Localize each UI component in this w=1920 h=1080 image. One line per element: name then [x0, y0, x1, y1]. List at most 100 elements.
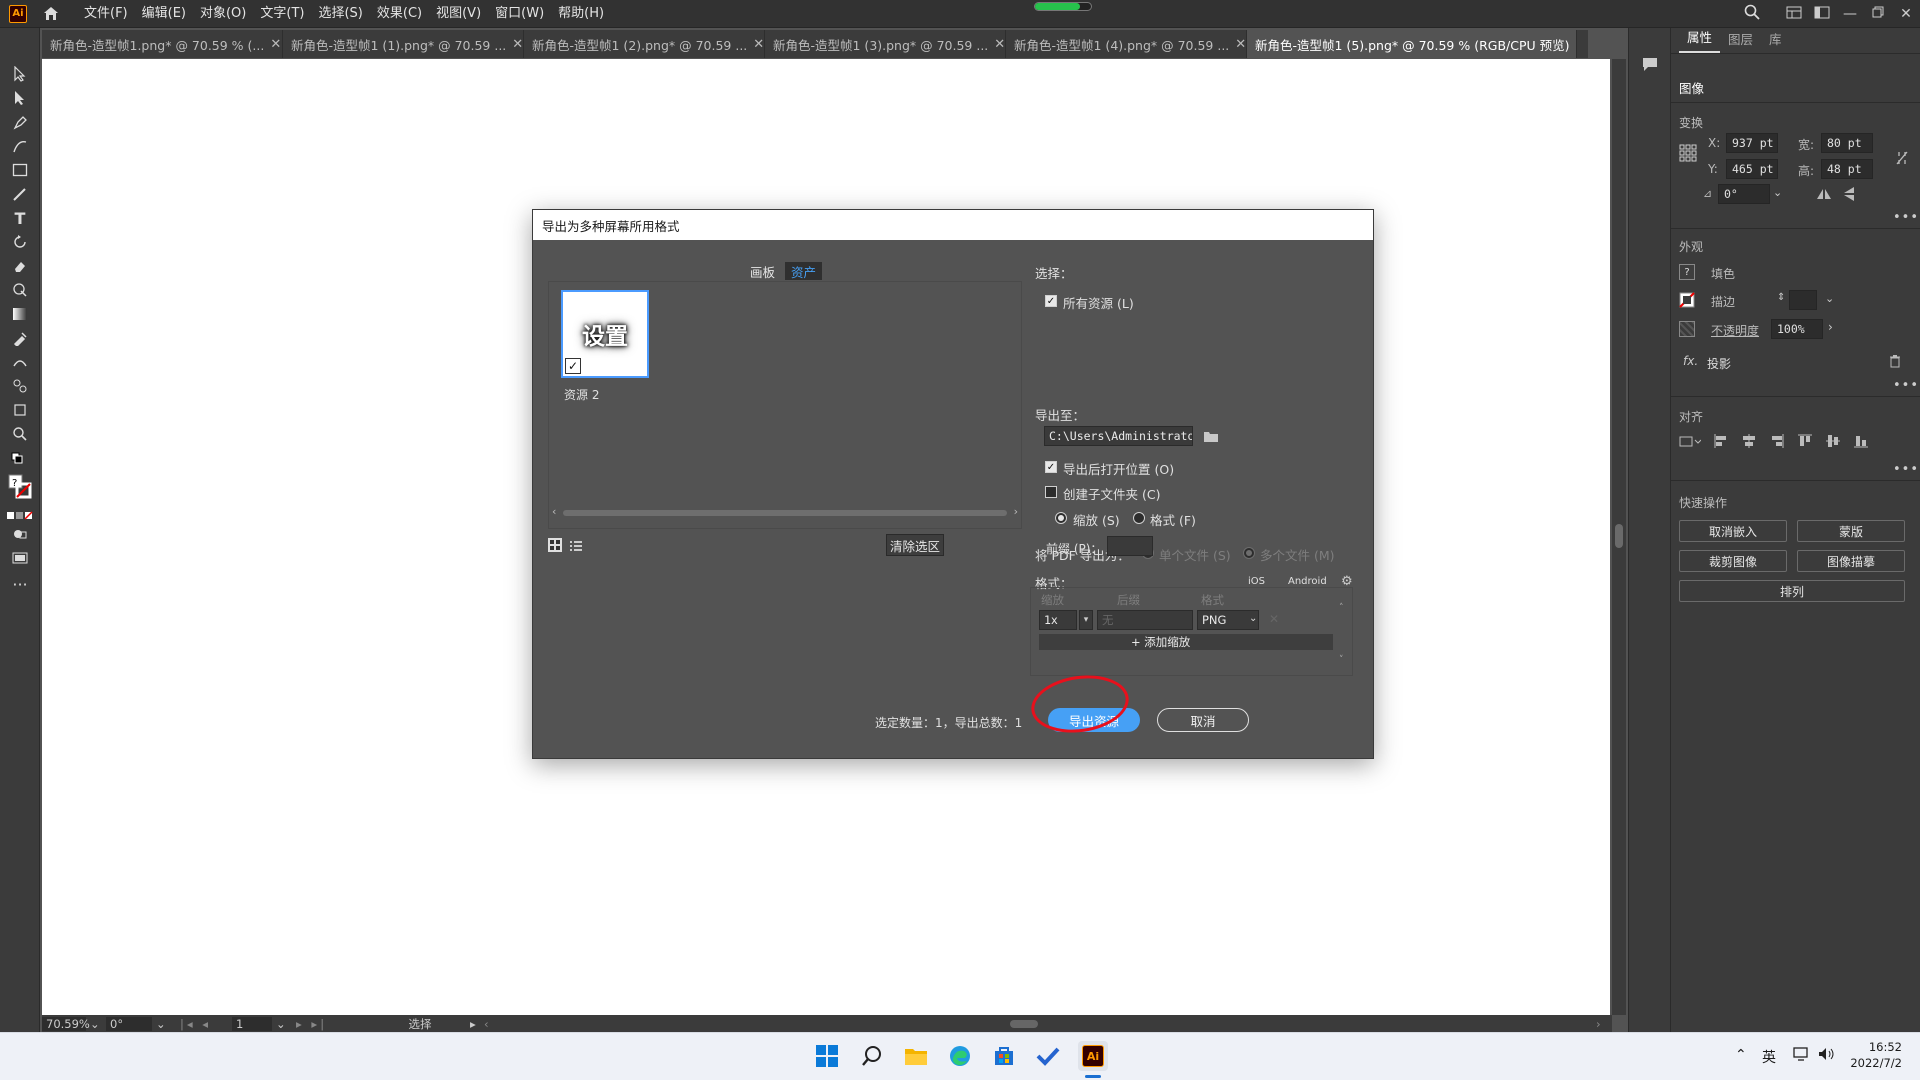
tab-artboards[interactable]: 画板 [744, 262, 781, 280]
suffix-field[interactable]: 无 [1097, 610, 1193, 630]
tab-properties[interactable]: 属性 [1679, 27, 1721, 53]
assets-horizontal-scrollbar[interactable]: ‹ › [549, 505, 1021, 520]
remove-scale-icon[interactable]: ✕ [1269, 612, 1279, 626]
crop-image-button[interactable]: 裁剪图像 [1679, 550, 1787, 572]
scroll-right-icon[interactable]: › [1014, 505, 1018, 518]
align-left-icon[interactable] [1713, 433, 1729, 453]
close-icon[interactable]: ✕ [1235, 37, 1246, 52]
x-field[interactable]: 937 pt [1726, 133, 1778, 153]
fill-swatch-icon[interactable]: ? [1679, 264, 1695, 280]
folder-icon[interactable] [1203, 430, 1219, 447]
add-scale-button[interactable]: + 添加缩放 [1131, 634, 1190, 650]
zoom-level[interactable]: 70.59% [42, 1016, 90, 1031]
status-menu-icon[interactable]: ▸ [470, 1017, 484, 1031]
scale-field[interactable]: 1x [1039, 610, 1077, 630]
workspace-icon[interactable] [1808, 6, 1836, 23]
type-tool-icon[interactable]: T [10, 208, 30, 228]
effect-drop-shadow[interactable]: 投影 [1707, 355, 1731, 372]
default-colors-icon[interactable] [10, 448, 30, 468]
scroll-up-icon[interactable]: ˄ [1339, 603, 1344, 613]
open-after-export-checkbox[interactable]: ✓ [1045, 461, 1057, 473]
close-icon[interactable]: ✕ [753, 37, 764, 52]
menu-object[interactable]: 对象(O) [193, 0, 253, 28]
more-tools-icon[interactable]: ··· [10, 574, 30, 594]
chevron-down-icon[interactable]: ⌄ [276, 1017, 296, 1031]
scroll-down-icon[interactable]: ˅ [1339, 655, 1344, 665]
store-icon[interactable] [989, 1041, 1019, 1071]
selection-tool-icon[interactable] [10, 64, 30, 84]
align-vertical-center-icon[interactable] [1825, 433, 1841, 453]
export-path-field[interactable]: C:\Users\Administrator\D [1044, 426, 1193, 446]
align-right-icon[interactable] [1769, 433, 1785, 453]
align-top-icon[interactable] [1797, 433, 1813, 453]
tab-assets[interactable]: 资产 [785, 262, 823, 280]
chevron-right-icon[interactable]: › [1828, 320, 1833, 334]
menu-help[interactable]: 帮助(H) [551, 0, 611, 28]
width-field[interactable]: 80 pt [1821, 133, 1873, 153]
scroll-right-icon[interactable]: › [1596, 1017, 1612, 1031]
input-method[interactable]: 英 [1762, 1047, 1776, 1067]
home-icon[interactable] [41, 4, 61, 24]
close-icon[interactable]: ✕ [1576, 37, 1577, 52]
color-mode-icon[interactable] [6, 506, 34, 526]
document-tab[interactable]: 新角色-造型帧1.png* @ 70.59 % (... ✕ [42, 30, 283, 58]
mask-button[interactable]: 蒙版 [1797, 520, 1905, 542]
cancel-button[interactable]: 取消 [1157, 708, 1249, 732]
fx-icon[interactable]: fx. [1683, 354, 1698, 368]
rectangle-tool-icon[interactable] [10, 160, 30, 180]
rotate-view[interactable]: 0° [106, 1016, 152, 1031]
close-icon[interactable]: ✕ [512, 37, 523, 52]
pen-tool-icon[interactable] [10, 112, 30, 132]
screen-mode-icon[interactable] [10, 548, 30, 568]
angle-field[interactable]: 0° [1718, 184, 1770, 204]
artboard-number[interactable]: 1 [232, 1016, 272, 1031]
chevron-down-icon[interactable]: ▾ [1079, 610, 1093, 630]
height-field[interactable]: 48 pt [1821, 159, 1873, 179]
stroke-swatch-icon[interactable] [1679, 292, 1695, 312]
align-to-icon[interactable] [1679, 433, 1702, 453]
zoom-tool-icon[interactable] [10, 424, 30, 444]
tab-libraries[interactable]: 库 [1761, 29, 1790, 53]
reference-point-icon[interactable] [1679, 144, 1697, 166]
add-scale-row[interactable]: + 添加缩放 [1039, 634, 1333, 650]
curvature-tool-icon[interactable] [10, 136, 30, 156]
close-icon[interactable]: ✕ [994, 37, 1005, 52]
menu-edit[interactable]: 编辑(E) [135, 0, 193, 28]
network-icon[interactable] [1793, 1047, 1811, 1065]
constrain-proportions-icon[interactable] [1895, 150, 1909, 170]
menu-file[interactable]: 文件(F) [77, 0, 135, 28]
chevron-down-icon[interactable]: ⌄ [156, 1017, 180, 1031]
unembed-button[interactable]: 取消嵌入 [1679, 520, 1787, 542]
symbol-sprayer-tool-icon[interactable] [10, 376, 30, 396]
prefix-field[interactable] [1107, 536, 1153, 556]
opacity-label[interactable]: 不透明度 [1711, 322, 1759, 339]
eyedropper-tool-icon[interactable] [10, 328, 30, 348]
file-explorer-icon[interactable] [901, 1041, 931, 1071]
more-options-icon[interactable]: ••• [1893, 378, 1919, 393]
flip-horizontal-icon[interactable] [1816, 188, 1832, 204]
volume-icon[interactable] [1818, 1047, 1836, 1065]
artboard-nav-prev-icon[interactable]: |◂ ◂ [180, 1017, 232, 1031]
rotate-tool-icon[interactable] [10, 232, 30, 252]
scale-radio[interactable] [1055, 512, 1067, 524]
document-tab[interactable]: 新角色-造型帧1 (3).png* @ 70.59 ... ✕ [765, 30, 1006, 58]
trash-icon[interactable] [1889, 354, 1901, 372]
more-options-icon[interactable]: ••• [1893, 462, 1919, 477]
flip-vertical-icon[interactable] [1843, 186, 1855, 206]
start-icon[interactable] [812, 1041, 842, 1071]
chevron-down-icon[interactable]: ⌄ [1249, 613, 1257, 624]
grid-view-icon[interactable] [548, 538, 562, 552]
horizontal-scrollbar[interactable] [500, 1016, 1596, 1031]
asset-thumbnail[interactable]: 设置 ✓ [561, 290, 649, 378]
arrange-button[interactable]: 排列 [1679, 580, 1905, 602]
list-view-icon[interactable] [570, 540, 582, 555]
illustrator-taskbar-icon[interactable]: Ai [1078, 1041, 1108, 1071]
ios-preset[interactable]: iOS [1248, 576, 1265, 587]
document-tab[interactable]: 新角色-造型帧1 (1).png* @ 70.59 ... ✕ [283, 30, 524, 58]
create-subfolder-checkbox[interactable] [1045, 486, 1057, 498]
align-horizontal-center-icon[interactable] [1741, 433, 1757, 453]
search-icon[interactable] [857, 1041, 887, 1071]
align-bottom-icon[interactable] [1853, 433, 1869, 453]
paintbrush-tool-icon[interactable] [10, 184, 30, 204]
restore-icon[interactable] [1864, 6, 1892, 22]
